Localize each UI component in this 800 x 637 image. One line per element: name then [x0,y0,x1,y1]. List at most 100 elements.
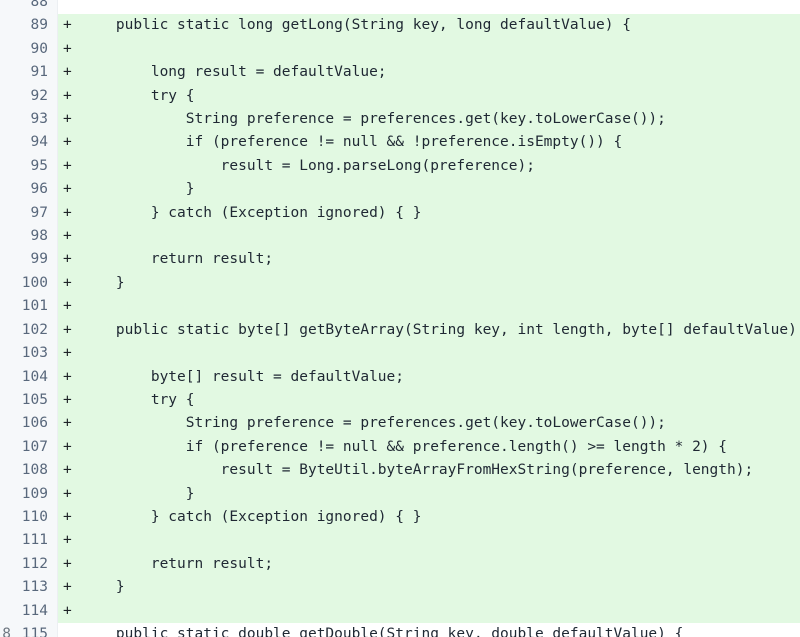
old-line-number[interactable] [0,295,11,319]
diff-row[interactable]: 92 + try { [0,84,800,109]
new-line-number[interactable]: 112 [11,552,58,577]
old-line-number[interactable] [0,435,11,460]
diff-row[interactable]: 112 + return result; [0,552,800,577]
code-cell[interactable] [58,0,800,15]
new-line-number[interactable]: 95 [11,154,58,179]
old-line-number[interactable] [0,108,11,132]
code-cell[interactable]: + } [58,178,800,202]
code-cell[interactable]: + if (preference != null && preference.l… [58,435,800,460]
diff-row[interactable]: 88 [0,0,800,15]
code-cell[interactable]: + byte[] result = defaultValue; [58,365,800,389]
new-line-number[interactable]: 103 [11,342,58,366]
old-line-number[interactable] [0,388,11,413]
diff-row[interactable]: 104 + byte[] result = defaultValue; [0,365,800,389]
diff-row[interactable]: 107 + if (preference != null && preferenc… [0,435,800,460]
new-line-number[interactable]: 105 [11,388,58,413]
new-line-number[interactable]: 115 [11,622,58,637]
code-cell[interactable]: + result = ByteUtil.byteArrayFromHexStri… [58,459,800,483]
old-line-number[interactable] [0,84,11,109]
diff-row[interactable]: 98 + [0,225,800,249]
code-cell[interactable]: + result = Long.parseLong(preference); [58,154,800,179]
diff-row[interactable]: 111 + [0,529,800,553]
code-cell[interactable]: + String preference = preferences.get(ke… [58,412,800,436]
new-line-number[interactable]: 96 [11,178,58,202]
old-line-number[interactable] [0,599,11,623]
old-line-number[interactable]: 8 [0,622,11,637]
old-line-number[interactable] [0,0,11,15]
diff-row[interactable]: 96 + } [0,178,800,202]
old-line-number[interactable] [0,178,11,202]
code-cell[interactable]: public static double getDouble(String ke… [58,622,800,637]
diff-row[interactable]: 109 + } [0,482,800,506]
new-line-number[interactable]: 92 [11,84,58,109]
old-line-number[interactable] [0,37,11,62]
diff-row[interactable]: 89 + public static long getLong(String ke… [0,14,800,38]
old-line-number[interactable] [0,552,11,577]
old-line-number[interactable] [0,529,11,553]
code-cell[interactable]: + [58,599,800,623]
old-line-number[interactable] [0,248,11,272]
diff-row[interactable]: 105 + try { [0,388,800,413]
new-line-number[interactable]: 90 [11,37,58,62]
code-cell[interactable]: + } [58,482,800,506]
old-line-number[interactable] [0,365,11,389]
old-line-number[interactable] [0,61,11,85]
old-line-number[interactable] [0,154,11,179]
code-cell[interactable]: + String preference = preferences.get(ke… [58,108,800,132]
code-cell[interactable]: + [58,342,800,366]
code-cell[interactable]: + [58,37,800,62]
new-line-number[interactable]: 102 [11,318,58,343]
old-line-number[interactable] [0,459,11,483]
diff-row[interactable]: 90 + [0,37,800,62]
diff-row[interactable]: 101 + [0,295,800,319]
code-cell[interactable]: + return result; [58,552,800,577]
new-line-number[interactable]: 97 [11,201,58,226]
new-line-number[interactable]: 98 [11,225,58,249]
diff-row[interactable]: 94 + if (preference != null && !preferenc… [0,131,800,155]
new-line-number[interactable]: 93 [11,108,58,132]
diff-row[interactable]: 91 + long result = defaultValue; [0,61,800,85]
new-line-number[interactable]: 89 [11,14,58,38]
diff-row[interactable]: 106 + String preference = preferences.get… [0,412,800,436]
diff-row[interactable]: 8 115 public static double getDouble(Stri… [0,622,800,637]
diff-row[interactable]: 97 + } catch (Exception ignored) { } [0,201,800,226]
diff-row[interactable]: 95 + result = Long.parseLong(preference); [0,154,800,179]
code-cell[interactable]: + } catch (Exception ignored) { } [58,505,800,530]
code-cell[interactable]: + long result = defaultValue; [58,61,800,85]
old-line-number[interactable] [0,482,11,506]
old-line-number[interactable] [0,271,11,296]
diff-row[interactable]: 113 + } [0,576,800,600]
new-line-number[interactable]: 110 [11,505,58,530]
old-line-number[interactable] [0,225,11,249]
old-line-number[interactable] [0,412,11,436]
diff-row[interactable]: 102 + public static byte[] getByteArray(S… [0,318,800,343]
new-line-number[interactable]: 88 [11,0,58,15]
diff-row[interactable]: 93 + String preference = preferences.get(… [0,108,800,132]
new-line-number[interactable]: 101 [11,295,58,319]
code-cell[interactable]: + } catch (Exception ignored) { } [58,201,800,226]
diff-row[interactable]: 103 + [0,342,800,366]
code-cell[interactable]: + [58,225,800,249]
code-cell[interactable]: + } [58,576,800,600]
new-line-number[interactable]: 100 [11,271,58,296]
code-cell[interactable]: + } [58,271,800,296]
old-line-number[interactable] [0,342,11,366]
old-line-number[interactable] [0,201,11,226]
code-cell[interactable]: + [58,529,800,553]
diff-row[interactable]: 108 + result = ByteUtil.byteArrayFromHexS… [0,459,800,483]
new-line-number[interactable]: 106 [11,412,58,436]
new-line-number[interactable]: 99 [11,248,58,272]
code-cell[interactable]: + try { [58,84,800,109]
diff-row[interactable]: 99 + return result; [0,248,800,272]
new-line-number[interactable]: 104 [11,365,58,389]
old-line-number[interactable] [0,318,11,343]
old-line-number[interactable] [0,14,11,38]
new-line-number[interactable]: 107 [11,435,58,460]
code-cell[interactable]: + return result; [58,248,800,272]
code-cell[interactable]: + try { [58,388,800,413]
old-line-number[interactable] [0,131,11,155]
diff-row[interactable]: 100 + } [0,271,800,296]
new-line-number[interactable]: 114 [11,599,58,623]
new-line-number[interactable]: 111 [11,529,58,553]
diff-row[interactable]: 110 + } catch (Exception ignored) { } [0,505,800,530]
